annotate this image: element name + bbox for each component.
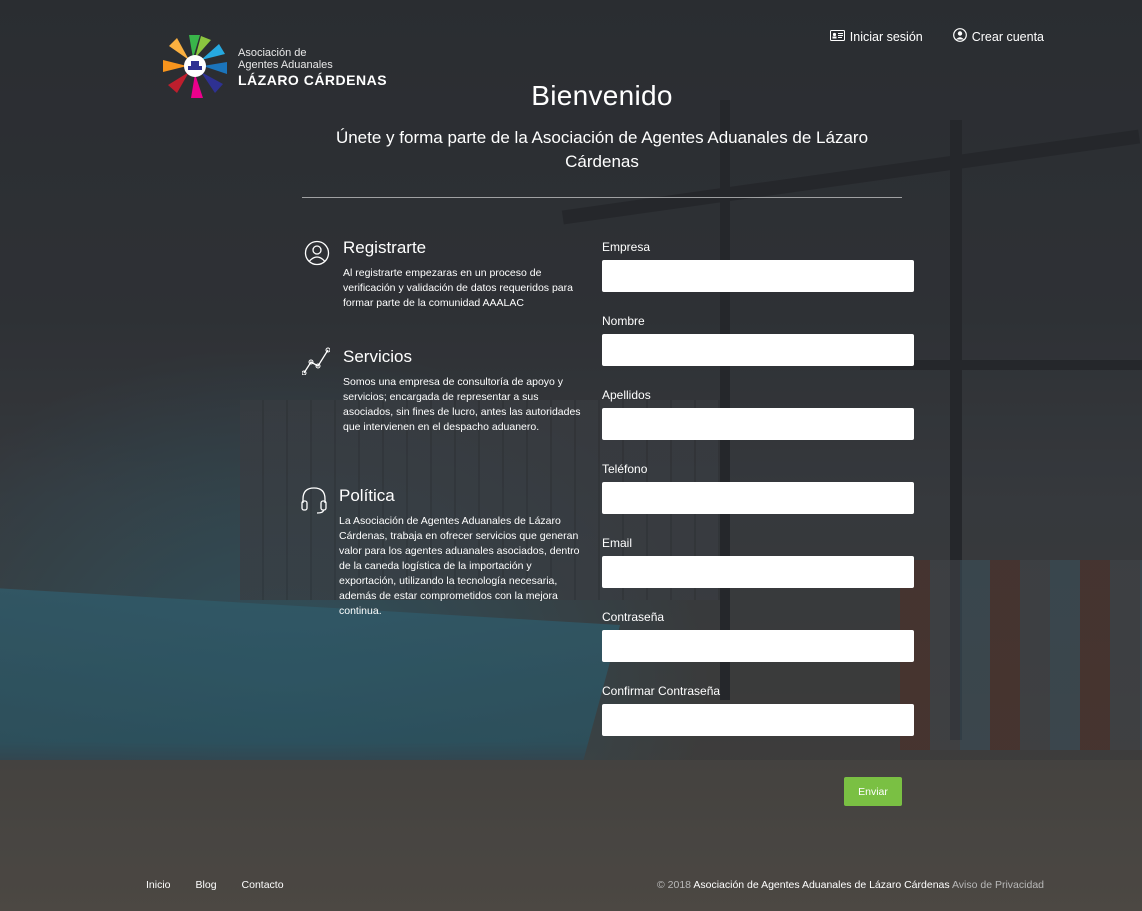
footer-navigation: Inicio Blog Contacto bbox=[146, 879, 284, 891]
signup-link[interactable]: Crear cuenta bbox=[952, 28, 1044, 45]
apellidos-input[interactable] bbox=[602, 408, 914, 440]
line-chart-icon bbox=[301, 347, 332, 377]
field-nombre: Nombre bbox=[602, 314, 914, 366]
id-card-icon bbox=[829, 29, 845, 44]
brand-line-2: Agentes Aduanales bbox=[238, 58, 333, 71]
footer-link-contacto[interactable]: Contacto bbox=[242, 879, 284, 891]
copyright: © 2018 Asociación de Agentes Aduanales d… bbox=[657, 879, 1044, 891]
field-password: Contraseña bbox=[602, 610, 914, 662]
confirm-password-input[interactable] bbox=[602, 704, 914, 736]
field-label: Confirmar Contraseña bbox=[602, 684, 721, 698]
signup-label: Crear cuenta bbox=[971, 29, 1044, 44]
feature-title: Política bbox=[339, 486, 395, 505]
field-label: Nombre bbox=[602, 314, 645, 328]
hero: Bienvenido Únete y forma parte de la Aso… bbox=[302, 80, 902, 174]
field-label: Contraseña bbox=[602, 610, 665, 624]
field-apellidos: Apellidos bbox=[602, 388, 914, 440]
nombre-input[interactable] bbox=[602, 334, 914, 366]
field-confirm-password: Confirmar Contraseña bbox=[602, 684, 914, 736]
field-label: Apellidos bbox=[602, 388, 651, 402]
field-label: Empresa bbox=[602, 240, 651, 254]
feature-register: Registrarte Al registrarte empezaras en … bbox=[300, 238, 590, 311]
password-input[interactable] bbox=[602, 630, 914, 662]
feature-title: Registrarte bbox=[343, 238, 427, 257]
login-link[interactable]: Iniciar sesión bbox=[829, 28, 923, 45]
brand-emblem-icon bbox=[160, 32, 230, 100]
feature-title: Servicios bbox=[343, 347, 412, 366]
copyright-year: © 2018 bbox=[657, 879, 692, 891]
divider bbox=[302, 197, 902, 198]
top-navigation: Iniciar sesión Crear cuenta bbox=[829, 28, 1044, 45]
headset-icon bbox=[300, 486, 330, 516]
field-empresa: Empresa bbox=[602, 240, 914, 292]
field-telefono: Teléfono bbox=[602, 462, 914, 514]
copyright-org: Asociación de Agentes Aduanales de Lázar… bbox=[693, 879, 950, 891]
footer-link-inicio[interactable]: Inicio bbox=[146, 879, 171, 891]
footer-link-blog[interactable]: Blog bbox=[196, 879, 217, 891]
page-subtitle: Únete y forma parte de la Asociación de … bbox=[335, 128, 869, 171]
page-title: Bienvenido bbox=[531, 80, 673, 111]
field-label: Email bbox=[602, 536, 633, 550]
feature-text: La Asociación de Agentes Aduanales de Lá… bbox=[339, 515, 580, 617]
login-label: Iniciar sesión bbox=[849, 29, 923, 44]
brand-line-1: Asociación de bbox=[238, 46, 307, 59]
field-email: Email bbox=[602, 536, 914, 588]
user-icon bbox=[304, 240, 334, 270]
feature-text: Somos una empresa de consultoría de apoy… bbox=[343, 376, 581, 433]
submit-button[interactable]: Enviar bbox=[844, 777, 902, 806]
field-label: Teléfono bbox=[602, 462, 648, 476]
feature-policy: Política La Asociación de Agentes Aduana… bbox=[300, 486, 590, 619]
email-input[interactable] bbox=[602, 556, 914, 588]
empresa-input[interactable] bbox=[602, 260, 914, 292]
privacy-link[interactable]: Aviso de Privacidad bbox=[952, 879, 1044, 891]
user-circle-icon bbox=[952, 28, 967, 45]
feature-services: Servicios Somos una empresa de consultor… bbox=[300, 347, 590, 435]
feature-text: Al registrarte empezaras en un proceso d… bbox=[343, 267, 573, 309]
telefono-input[interactable] bbox=[602, 482, 914, 514]
